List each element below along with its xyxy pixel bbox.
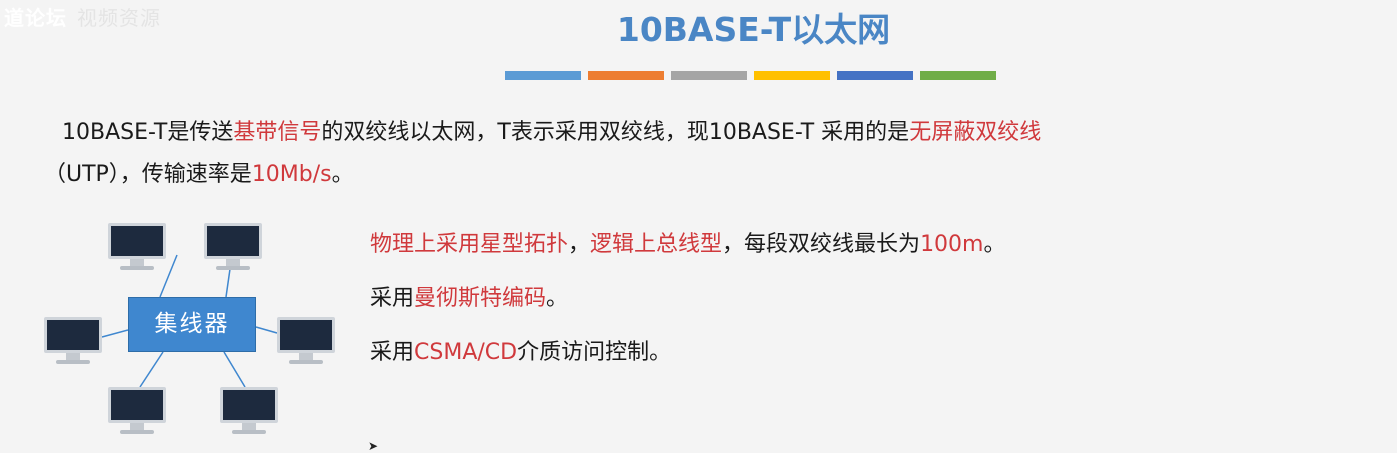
feature-text: 。 <box>983 232 1006 257</box>
highlight-utp: 无屏蔽双绞线 <box>909 120 1042 145</box>
monitor-stand <box>130 259 144 266</box>
monitor-screen <box>277 317 335 353</box>
intro-line-2: （UTP），传输速率是10Mb/s。 <box>44 154 1392 196</box>
feature-text: ，每段双绞线最长为 <box>722 232 921 257</box>
monitor-base <box>232 430 266 434</box>
monitor-screen <box>220 387 278 423</box>
highlight-max-length: 100m <box>920 232 984 257</box>
link-line <box>255 326 278 334</box>
monitor-screen <box>204 223 262 259</box>
computer-icon <box>44 317 102 367</box>
monitor-base <box>56 360 90 364</box>
feature-topology: 物理上采用星型拓扑，逻辑上总线型，每段双绞线最长为100m。 <box>370 222 1006 276</box>
title-bar-green <box>920 71 996 80</box>
intro-text: 10BASE-T是传送 <box>62 120 234 145</box>
highlight-rate: 10Mb/s <box>251 162 332 187</box>
intro-text: 的双绞线以太网，T表示采用双绞线，现10BASE-T 采用的是 <box>321 120 910 145</box>
computer-icon <box>277 317 335 367</box>
monitor-stand <box>66 353 80 360</box>
computer-icon <box>108 223 166 273</box>
intro-line-1: 10BASE-T是传送基带信号的双绞线以太网，T表示采用双绞线，现10BASE-… <box>62 112 1392 154</box>
feature-text: 采用 <box>370 286 415 311</box>
monitor-screen <box>108 387 166 423</box>
monitor-stand <box>242 423 256 430</box>
highlight-csma-cd: CSMA/CD <box>414 340 518 365</box>
highlight-logical-bus: 逻辑上总线型 <box>590 232 723 257</box>
monitor-screen <box>108 223 166 259</box>
intro-text: （UTP），传输速率是 <box>44 162 252 187</box>
title-bar-darkblue <box>837 71 913 80</box>
title-bar-gray <box>671 71 747 80</box>
monitor-stand <box>226 259 240 266</box>
computer-icon <box>220 387 278 437</box>
highlight-manchester: 曼彻斯特编码 <box>414 286 547 311</box>
mouse-cursor-icon: ➤ <box>368 439 379 453</box>
computer-icon <box>108 387 166 437</box>
highlight-baseband-signal: 基带信号 <box>233 120 322 145</box>
monitor-base <box>289 360 323 364</box>
monitor-stand <box>299 353 313 360</box>
slide-title: 10BASE-T以太网 <box>616 10 891 49</box>
monitor-screen <box>44 317 102 353</box>
title-bar-yellow <box>754 71 830 80</box>
feature-text: 。 <box>546 286 569 311</box>
title-bar-blue <box>505 71 581 80</box>
monitor-base <box>216 266 250 270</box>
feature-text: ， <box>568 232 591 257</box>
monitor-base <box>120 430 154 434</box>
feature-text: 采用 <box>370 340 415 365</box>
link-line <box>101 329 129 338</box>
feature-text: 介质访问控制。 <box>517 340 672 365</box>
intro-text: 。 <box>331 162 354 187</box>
feature-encoding: 采用曼彻斯特编码。 <box>370 276 1006 330</box>
monitor-stand <box>130 423 144 430</box>
link-line <box>223 351 246 388</box>
title-color-bars <box>505 71 996 80</box>
feature-list: 物理上采用星型拓扑，逻辑上总线型，每段双绞线最长为100m。 采用曼彻斯特编码。… <box>370 222 1006 384</box>
computer-icon <box>204 223 262 273</box>
intro-paragraph: 10BASE-T是传送基带信号的双绞线以太网，T表示采用双绞线，现10BASE-… <box>44 112 1392 196</box>
highlight-physical-star: 物理上采用星型拓扑 <box>370 232 569 257</box>
hub-box: 集线器 <box>128 297 256 352</box>
star-topology-diagram: 集线器 <box>40 215 350 445</box>
link-line <box>139 351 164 388</box>
title-bar-orange <box>588 71 664 80</box>
feature-access-control: 采用CSMA/CD介质访问控制。 <box>370 330 1006 384</box>
monitor-base <box>120 266 154 270</box>
